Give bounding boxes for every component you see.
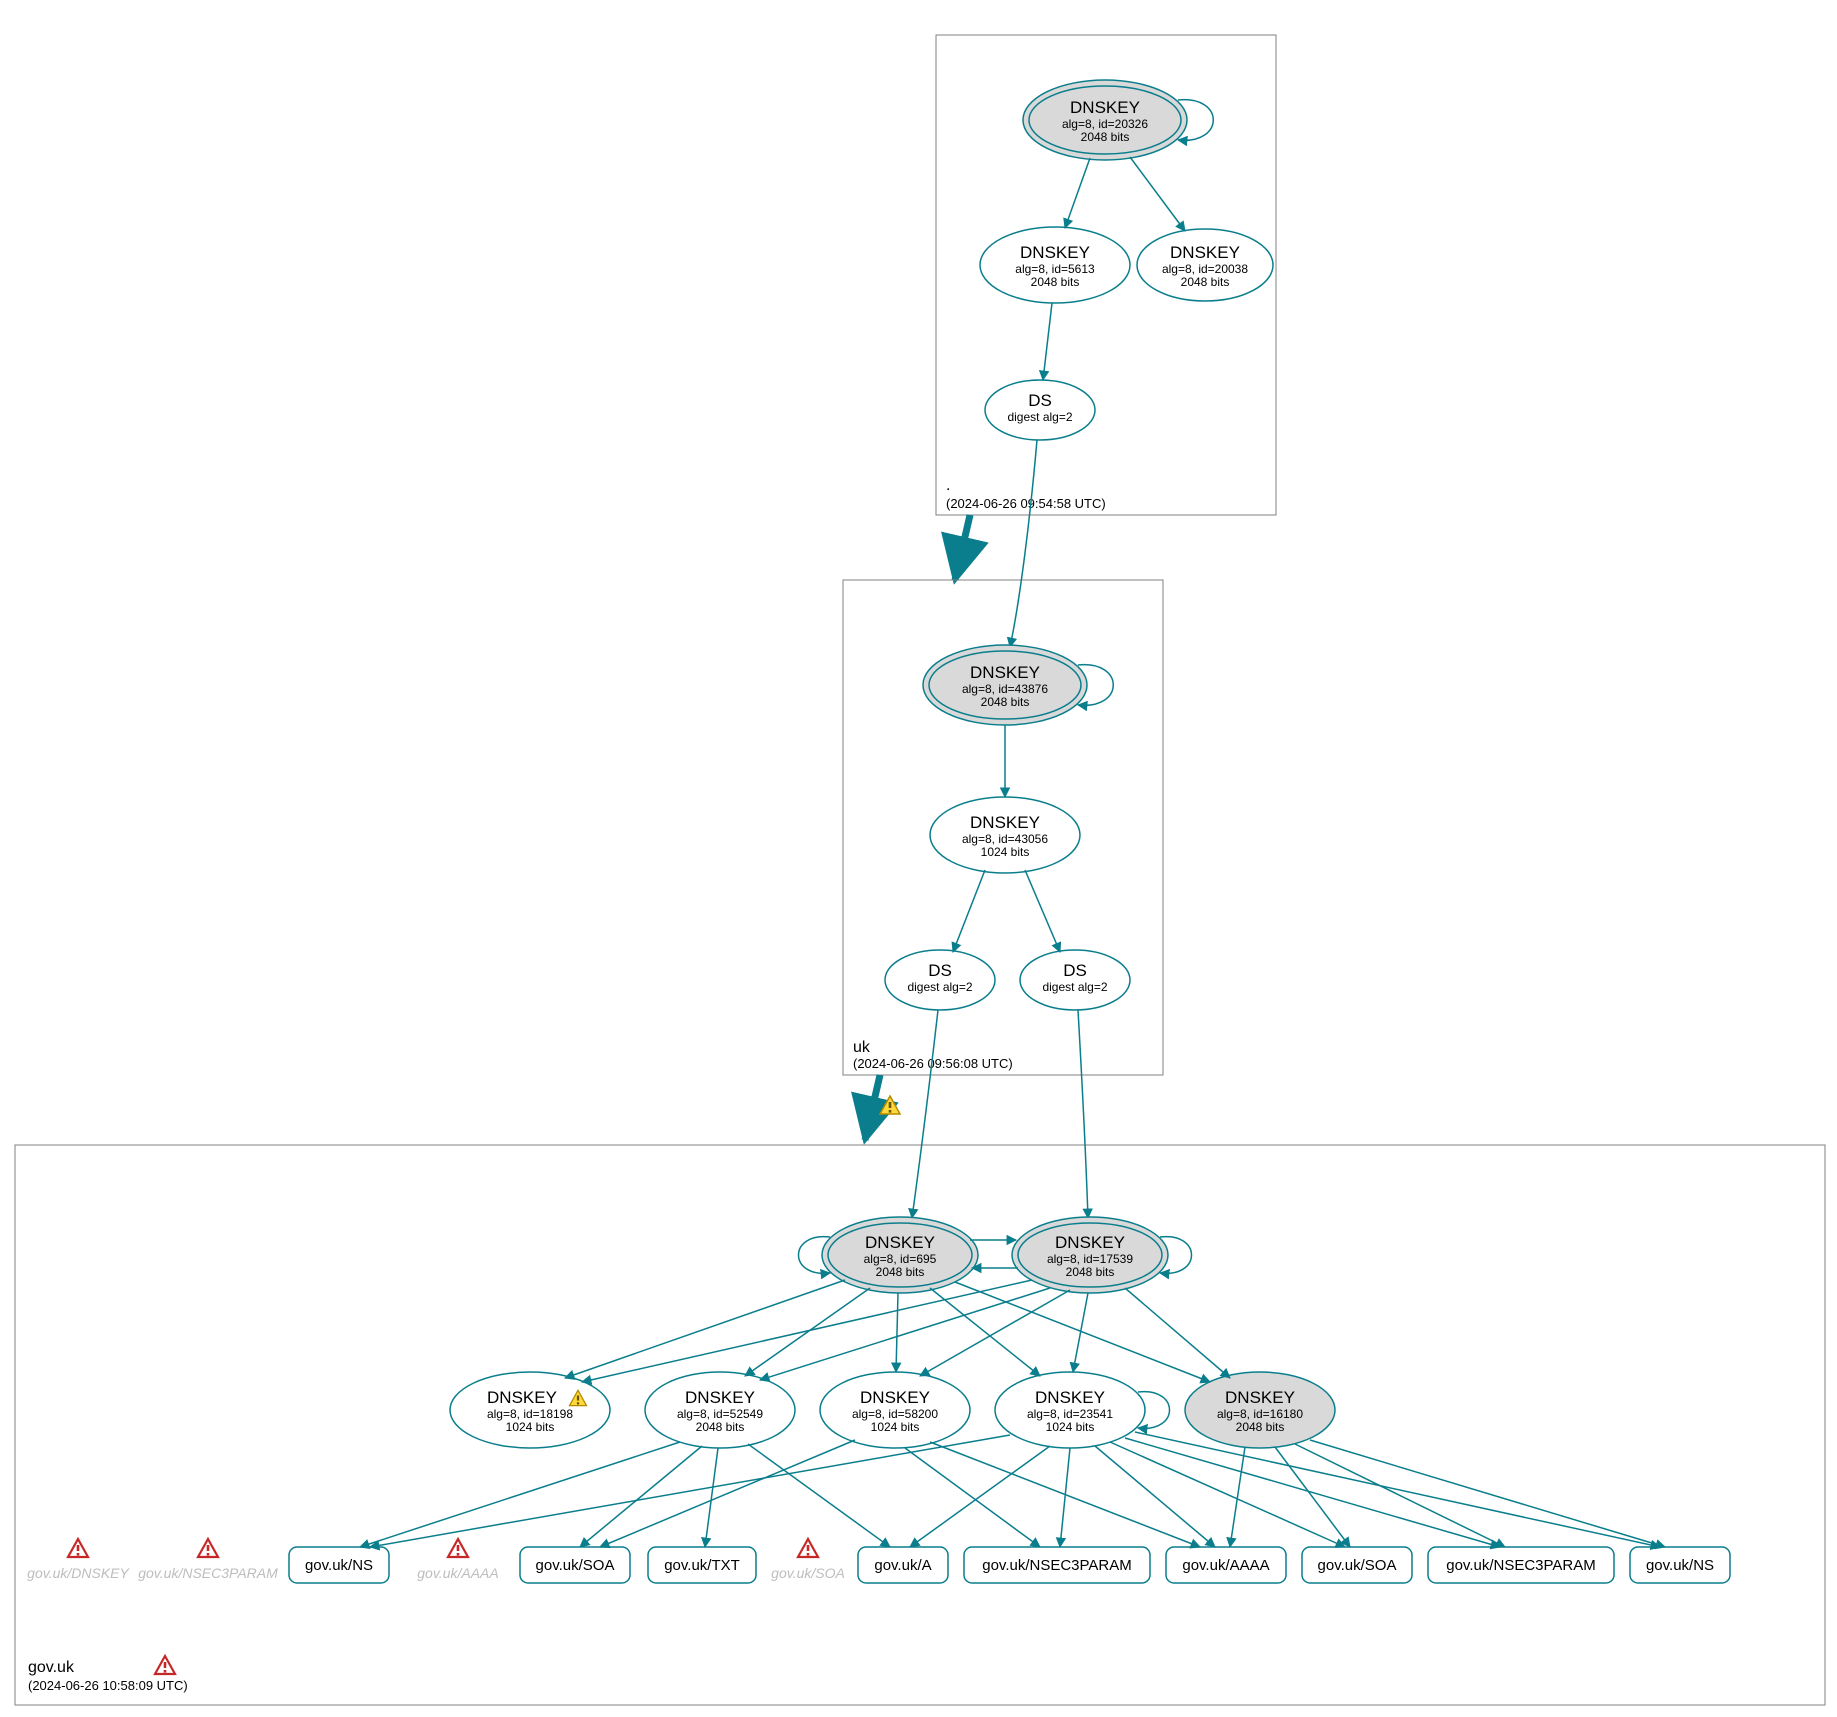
dnssec-diagram: . (2024-06-26 09:54:58 UTC) DNSKEY alg=8… <box>0 0 1837 1717</box>
leaf-a: gov.uk/A <box>858 1547 948 1583</box>
svg-text:alg=8, id=58200: alg=8, id=58200 <box>852 1407 938 1421</box>
error-icon <box>798 1539 818 1557</box>
svg-text:DNSKEY: DNSKEY <box>970 663 1040 682</box>
svg-text:DNSKEY: DNSKEY <box>1225 1388 1295 1407</box>
svg-text:gov.uk/NSEC3PARAM: gov.uk/NSEC3PARAM <box>982 1557 1132 1574</box>
svg-text:DNSKEY: DNSKEY <box>1020 243 1090 262</box>
svg-text:2048 bits: 2048 bits <box>1031 275 1080 289</box>
node-uk-ksk: DNSKEY alg=8, id=43876 2048 bits <box>923 645 1087 725</box>
svg-text:2048 bits: 2048 bits <box>876 1265 925 1279</box>
zone-govuk-name: gov.uk <box>28 1659 75 1676</box>
svg-text:alg=8, id=16180: alg=8, id=16180 <box>1217 1407 1303 1421</box>
svg-text:gov.uk/NS: gov.uk/NS <box>305 1557 373 1574</box>
leaf-txt: gov.uk/TXT <box>648 1547 756 1583</box>
svg-text:alg=8, id=18198: alg=8, id=18198 <box>487 1407 573 1421</box>
error-icon <box>68 1539 88 1557</box>
node-uk-ds2: DS digest alg=2 <box>1020 950 1130 1010</box>
ghost-aaaa: gov.uk/AAAA <box>417 1565 498 1581</box>
leaf-ns2: gov.uk/NS <box>1630 1547 1730 1583</box>
svg-text:alg=8, id=695: alg=8, id=695 <box>864 1252 937 1266</box>
svg-text:alg=8, id=17539: alg=8, id=17539 <box>1047 1252 1133 1266</box>
leaf-n3p2: gov.uk/NSEC3PARAM <box>1428 1547 1614 1583</box>
svg-text:DNSKEY: DNSKEY <box>1055 1233 1125 1252</box>
zone-uk-name: uk <box>853 1039 871 1056</box>
node-gov-zsk-52549: DNSKEY alg=8, id=52549 2048 bits <box>645 1372 795 1448</box>
svg-text:digest alg=2: digest alg=2 <box>907 980 972 994</box>
node-root-ds: DS digest alg=2 <box>985 380 1095 440</box>
leaf-n3p1: gov.uk/NSEC3PARAM <box>964 1547 1150 1583</box>
node-gov-ksk1: DNSKEY alg=8, id=695 2048 bits <box>822 1217 978 1293</box>
node-gov-zsk-16180: DNSKEY alg=8, id=16180 2048 bits <box>1185 1372 1335 1448</box>
svg-text:2048 bits: 2048 bits <box>1066 1265 1115 1279</box>
leaf-aaaa: gov.uk/AAAA <box>1166 1547 1286 1583</box>
svg-text:alg=8, id=23541: alg=8, id=23541 <box>1027 1407 1113 1421</box>
svg-text:DNSKEY: DNSKEY <box>1070 98 1140 117</box>
svg-text:gov.uk/NSEC3PARAM: gov.uk/NSEC3PARAM <box>1446 1557 1596 1574</box>
svg-text:2048 bits: 2048 bits <box>696 1420 745 1434</box>
svg-text:DS: DS <box>1028 391 1052 410</box>
svg-text:alg=8, id=43056: alg=8, id=43056 <box>962 832 1048 846</box>
svg-text:alg=8, id=5613: alg=8, id=5613 <box>1015 262 1095 276</box>
svg-text:alg=8, id=52549: alg=8, id=52549 <box>677 1407 763 1421</box>
ghost-dnskey: gov.uk/DNSKEY <box>27 1565 130 1581</box>
node-uk-zsk: DNSKEY alg=8, id=43056 1024 bits <box>930 797 1080 873</box>
svg-text:1024 bits: 1024 bits <box>506 1420 555 1434</box>
node-gov-zsk-58200: DNSKEY alg=8, id=58200 1024 bits <box>820 1372 970 1448</box>
warning-icon <box>880 1096 900 1114</box>
svg-text:DNSKEY: DNSKEY <box>685 1388 755 1407</box>
zone-root-name: . <box>946 477 950 494</box>
node-gov-ksk2: DNSKEY alg=8, id=17539 2048 bits <box>1012 1217 1168 1293</box>
svg-text:alg=8, id=43876: alg=8, id=43876 <box>962 682 1048 696</box>
svg-text:gov.uk/NS: gov.uk/NS <box>1646 1557 1714 1574</box>
node-root-ksk: DNSKEY alg=8, id=20326 2048 bits <box>1023 80 1187 160</box>
svg-text:1024 bits: 1024 bits <box>981 845 1030 859</box>
svg-text:alg=8, id=20326: alg=8, id=20326 <box>1062 117 1148 131</box>
svg-text:gov.uk/A: gov.uk/A <box>874 1557 931 1574</box>
leaf-ns1: gov.uk/NS <box>289 1547 389 1583</box>
svg-text:gov.uk/SOA: gov.uk/SOA <box>536 1557 615 1574</box>
node-gov-zsk-23541: DNSKEY alg=8, id=23541 1024 bits <box>995 1372 1145 1448</box>
svg-text:alg=8, id=20038: alg=8, id=20038 <box>1162 262 1248 276</box>
svg-text:gov.uk/SOA: gov.uk/SOA <box>1318 1557 1397 1574</box>
node-root-zsk1: DNSKEY alg=8, id=5613 2048 bits <box>980 227 1130 303</box>
svg-text:1024 bits: 1024 bits <box>871 1420 920 1434</box>
svg-text:2048 bits: 2048 bits <box>1081 130 1130 144</box>
leaf-soa2: gov.uk/SOA <box>1302 1547 1412 1583</box>
svg-text:1024 bits: 1024 bits <box>1046 1420 1095 1434</box>
ghost-soa: gov.uk/SOA <box>771 1565 845 1581</box>
svg-text:gov.uk/TXT: gov.uk/TXT <box>664 1557 740 1574</box>
svg-text:DS: DS <box>928 961 952 980</box>
node-gov-zsk-18198: DNSKEY alg=8, id=18198 1024 bits <box>450 1372 610 1448</box>
svg-text:2048 bits: 2048 bits <box>1236 1420 1285 1434</box>
ghost-n3p: gov.uk/NSEC3PARAM <box>138 1565 278 1581</box>
error-icon <box>448 1539 468 1557</box>
svg-text:gov.uk/AAAA: gov.uk/AAAA <box>1182 1557 1269 1574</box>
svg-text:DNSKEY: DNSKEY <box>487 1388 557 1407</box>
leaf-soa1: gov.uk/SOA <box>520 1547 630 1583</box>
svg-text:digest alg=2: digest alg=2 <box>1042 980 1107 994</box>
node-root-zsk2: DNSKEY alg=8, id=20038 2048 bits <box>1137 229 1273 301</box>
svg-text:DS: DS <box>1063 961 1087 980</box>
node-uk-ds1: DS digest alg=2 <box>885 950 995 1010</box>
zone-govuk-ts: (2024-06-26 10:58:09 UTC) <box>28 1678 188 1693</box>
svg-text:2048 bits: 2048 bits <box>981 695 1030 709</box>
svg-text:DNSKEY: DNSKEY <box>1170 243 1240 262</box>
zone-root-ts: (2024-06-26 09:54:58 UTC) <box>946 496 1106 511</box>
error-icon <box>198 1539 218 1557</box>
svg-text:DNSKEY: DNSKEY <box>970 813 1040 832</box>
error-icon <box>155 1656 175 1674</box>
svg-text:DNSKEY: DNSKEY <box>860 1388 930 1407</box>
svg-text:2048 bits: 2048 bits <box>1181 275 1230 289</box>
svg-text:DNSKEY: DNSKEY <box>865 1233 935 1252</box>
svg-text:digest alg=2: digest alg=2 <box>1007 410 1072 424</box>
svg-text:DNSKEY: DNSKEY <box>1035 1388 1105 1407</box>
